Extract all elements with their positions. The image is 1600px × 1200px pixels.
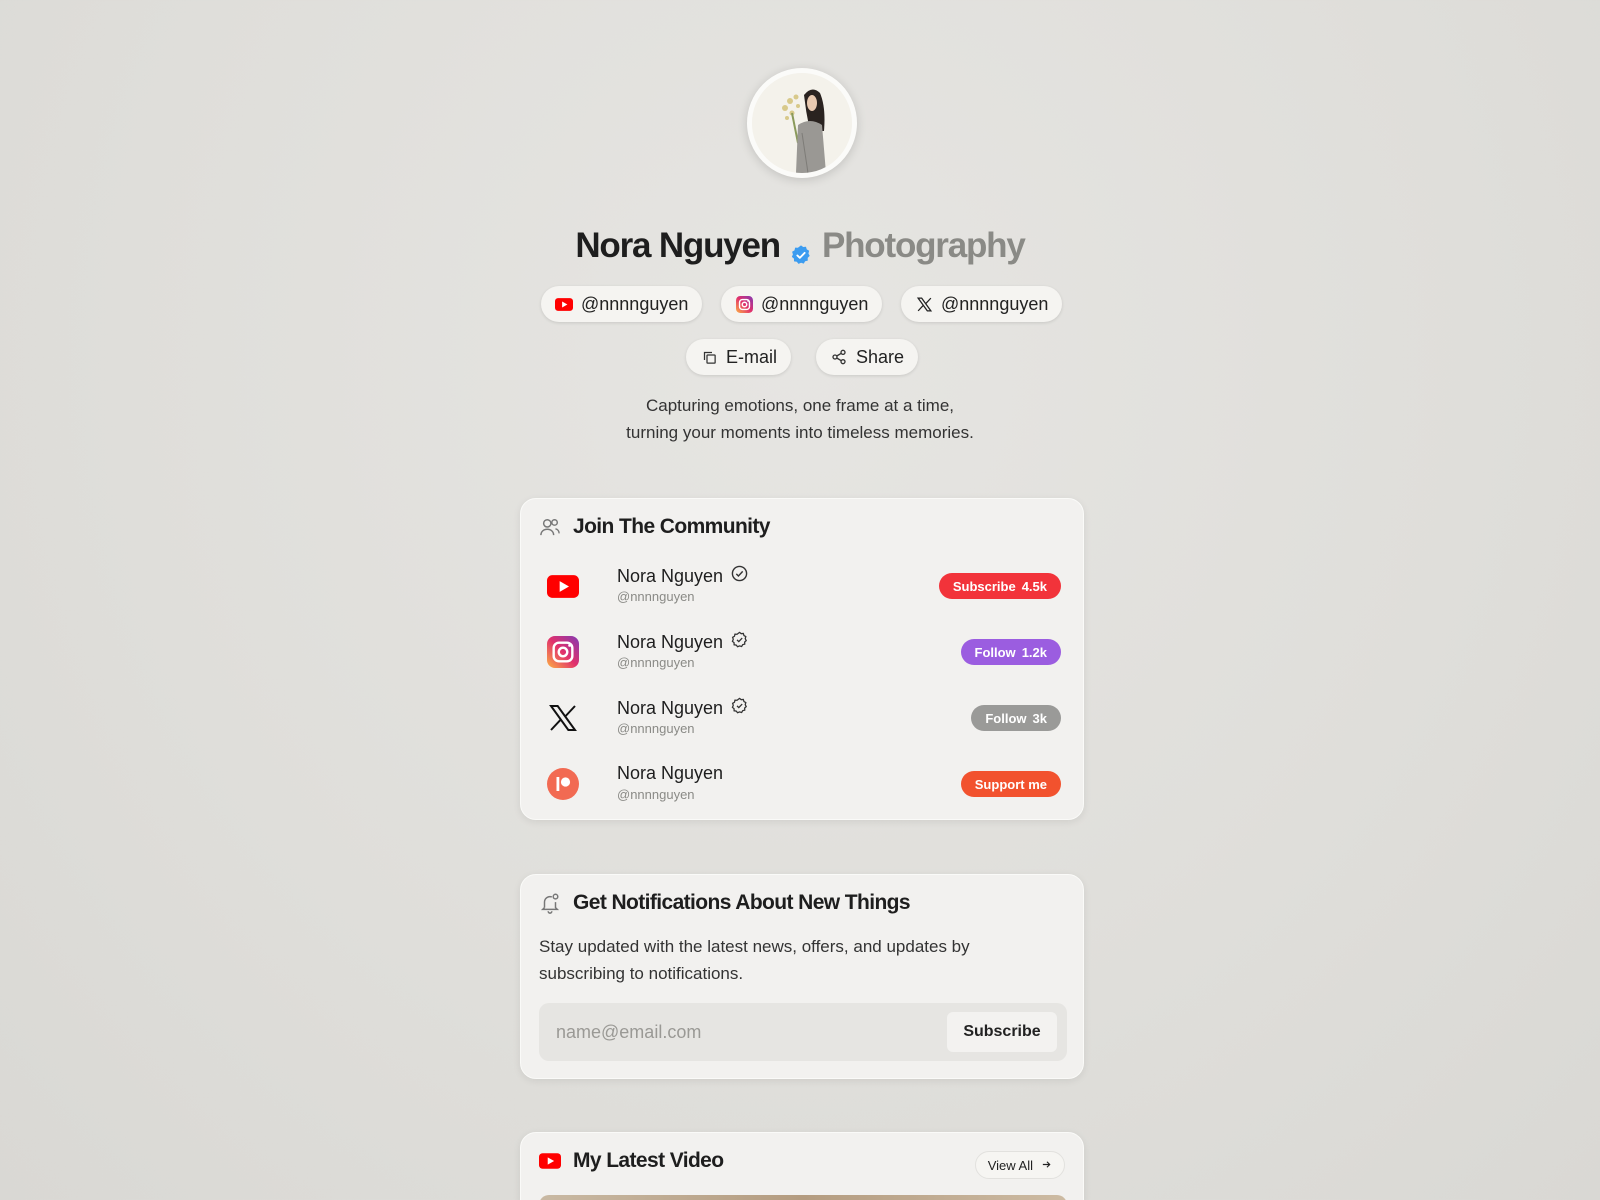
share-button[interactable]: Share bbox=[816, 339, 919, 375]
profile-title: Nora Nguyen Photography bbox=[0, 226, 1600, 266]
copy-icon bbox=[700, 348, 718, 366]
users-icon bbox=[539, 516, 561, 538]
x-follow-button[interactable]: Follow 3k bbox=[971, 705, 1061, 731]
verified-badge-outline-icon bbox=[731, 697, 748, 719]
latest-video-card-title: My Latest Video bbox=[539, 1149, 724, 1173]
row-handle: @nnnnguyen bbox=[617, 787, 695, 802]
instagram-handle-pill[interactable]: @nnnnguyen bbox=[721, 286, 883, 322]
instagram-icon bbox=[735, 295, 753, 313]
latest-video-card: My Latest Video View All bbox=[520, 1132, 1084, 1200]
pill-label: @nnnnguyen bbox=[941, 293, 1049, 314]
youtube-icon bbox=[555, 295, 573, 313]
profile-category: Photography bbox=[821, 226, 1026, 265]
verified-badge-outline-icon bbox=[731, 631, 748, 653]
bio-line-2: turning your moments into timeless memor… bbox=[626, 423, 974, 442]
community-row-patreon: Nora Nguyen @nnnnguyen Support me bbox=[545, 761, 1061, 811]
x-icon bbox=[545, 700, 581, 736]
youtube-icon bbox=[539, 1150, 561, 1172]
verified-check-icon bbox=[731, 565, 748, 587]
community-card: Join The Community Nora Nguyen @nnnnguye… bbox=[520, 498, 1084, 820]
share-icon bbox=[830, 348, 848, 366]
email-input[interactable] bbox=[539, 1003, 939, 1061]
view-all-button[interactable]: View All bbox=[974, 1151, 1065, 1179]
community-row-x: Nora Nguyen @nnnnguyen Follow 3k bbox=[545, 695, 1061, 745]
profile-page: Nora Nguyen Photography @nnnnguyen @nnnn… bbox=[0, 0, 1600, 1200]
row-handle: @nnnnguyen bbox=[617, 655, 695, 670]
profile-name: Nora Nguyen bbox=[575, 226, 781, 265]
community-card-title: Join The Community bbox=[539, 515, 770, 539]
row-name: Nora Nguyen bbox=[617, 565, 724, 586]
email-label: E-mail bbox=[726, 346, 778, 367]
bio-text: Capturing emotions, one frame at a time,… bbox=[0, 392, 1600, 446]
notifications-card: Get Notifications About New Things Stay … bbox=[520, 874, 1084, 1079]
pill-label: @nnnnguyen bbox=[581, 293, 689, 314]
instagram-icon bbox=[545, 634, 581, 670]
community-row-instagram: Nora Nguyen @nnnnguyen Follow 1.2k bbox=[545, 629, 1061, 679]
patreon-icon bbox=[545, 766, 581, 802]
notifications-card-title: Get Notifications About New Things bbox=[539, 891, 911, 915]
row-handle: @nnnnguyen bbox=[617, 721, 695, 736]
video-thumbnail[interactable] bbox=[539, 1195, 1067, 1200]
bell-icon bbox=[539, 892, 561, 914]
share-label: Share bbox=[856, 346, 905, 367]
youtube-icon bbox=[545, 568, 581, 604]
email-button[interactable]: E-mail bbox=[686, 339, 792, 375]
notifications-description: Stay updated with the latest news, offer… bbox=[539, 937, 970, 983]
avatar bbox=[747, 68, 857, 178]
row-name: Nora Nguyen bbox=[617, 631, 724, 652]
x-icon bbox=[915, 295, 933, 313]
row-name: Nora Nguyen bbox=[617, 763, 724, 783]
youtube-subscribe-button[interactable]: Subscribe 4.5k bbox=[938, 573, 1061, 599]
row-handle: @nnnnguyen bbox=[617, 589, 695, 604]
community-row-youtube: Nora Nguyen @nnnnguyen Subscribe 4.5k bbox=[545, 563, 1061, 613]
patreon-support-button[interactable]: Support me bbox=[960, 771, 1061, 797]
x-handle-pill[interactable]: @nnnnguyen bbox=[901, 286, 1063, 322]
pill-label: @nnnnguyen bbox=[761, 293, 869, 314]
email-subscribe-form: Subscribe bbox=[539, 1003, 1067, 1061]
row-name: Nora Nguyen bbox=[617, 697, 724, 718]
bio-line-1: Capturing emotions, one frame at a time, bbox=[645, 396, 955, 415]
verified-badge-icon bbox=[790, 235, 812, 264]
youtube-handle-pill[interactable]: @nnnnguyen bbox=[541, 286, 703, 322]
arrow-right-icon bbox=[1041, 1158, 1052, 1173]
instagram-follow-button[interactable]: Follow 1.2k bbox=[960, 639, 1061, 665]
subscribe-button[interactable]: Subscribe bbox=[947, 1012, 1057, 1052]
